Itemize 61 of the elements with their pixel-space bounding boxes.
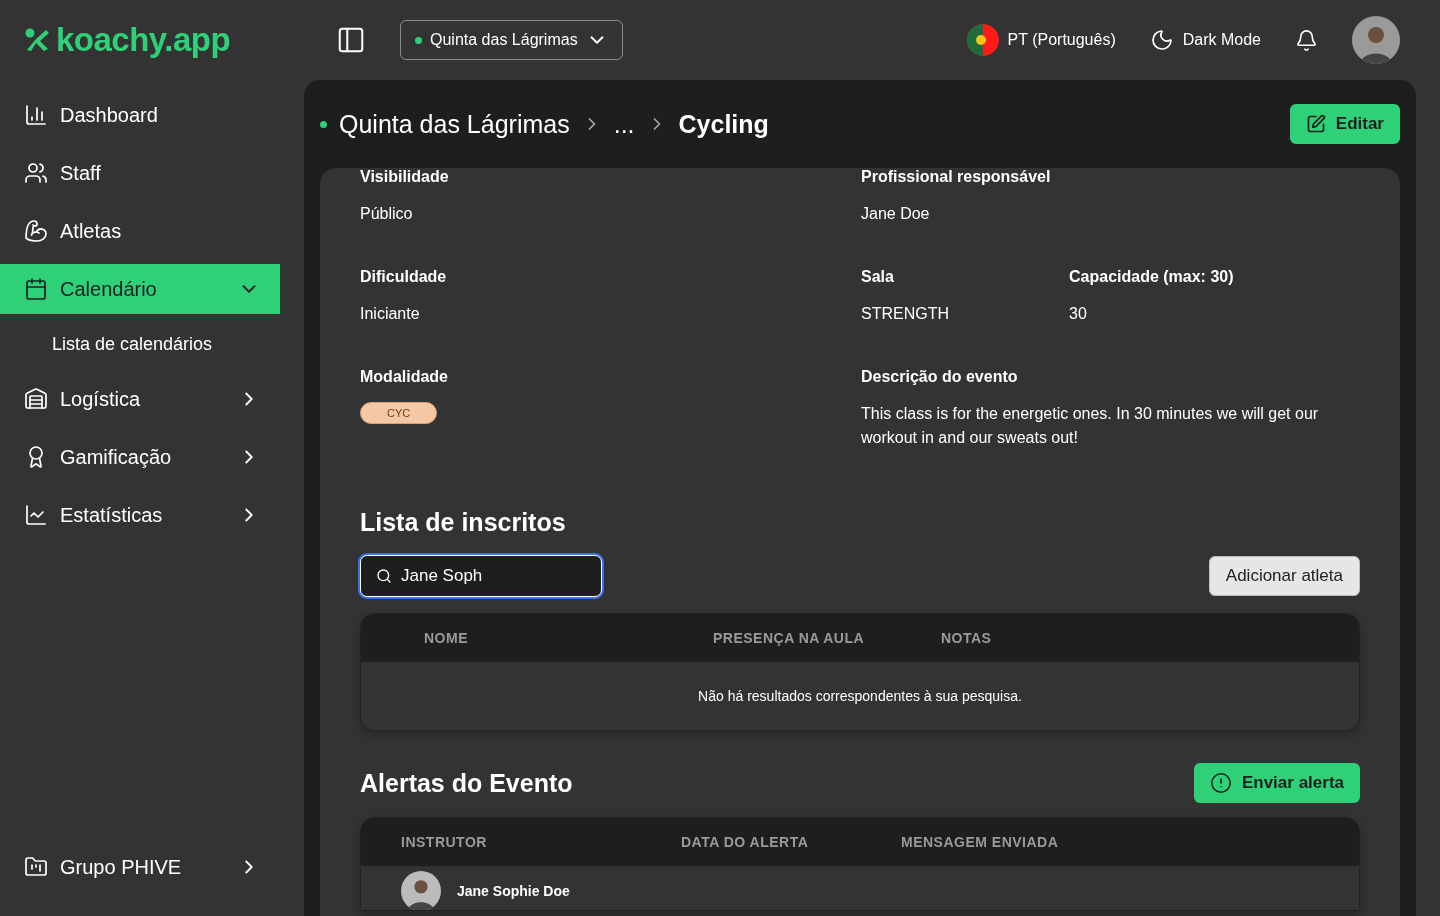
field-value: This class is for the energetic ones. In 30 minutes we will get our workout in and our sweats out!: [861, 404, 1320, 448]
folder-icon: [24, 855, 48, 879]
alert-icon: [1209, 772, 1232, 794]
location-select[interactable]: Quinta das Lágrimas: [400, 20, 623, 60]
field-value: STRENGTH: [861, 304, 950, 324]
field-label: Capacidade (max: 30): [1069, 268, 1235, 286]
field-value: Jane Doe: [861, 204, 931, 224]
bar-chart-icon: [24, 103, 48, 127]
sidebar-item[interactable]: Grupo PHIVE: [0, 842, 280, 892]
sidebar-item[interactable]: Logística: [0, 374, 280, 424]
section-title: Lista de inscritos: [360, 508, 566, 537]
column-header: PRESENÇA NA AULA: [713, 630, 866, 646]
sidebar-item[interactable]: Atletas: [0, 206, 280, 256]
add-athlete-button[interactable]: Adicionar atleta: [1208, 556, 1360, 596]
column-header: DATA DO ALERTA: [681, 834, 810, 850]
sidebar-item[interactable]: Dashboard: [0, 90, 280, 140]
instructor-name: Jane Sophie Doe: [457, 883, 570, 899]
field-label: Dificuldade: [360, 268, 448, 286]
field-value: Iniciante: [360, 304, 421, 324]
logo-icon: [24, 28, 50, 52]
sidebar-subitem[interactable]: Lista de calendários: [0, 322, 280, 366]
field-value: Público: [360, 204, 414, 224]
language-button[interactable]: PT (Português): [966, 24, 1116, 56]
column-header: NOTAS: [941, 630, 993, 646]
warehouse-icon: [24, 387, 48, 411]
column-header: NOME: [424, 630, 469, 646]
edit-button[interactable]: Editar: [1289, 104, 1400, 144]
field-label: Sala: [861, 268, 895, 286]
field-label: Modalidade: [360, 368, 449, 386]
column-header: INSTRUTOR: [401, 834, 488, 850]
search-icon: [376, 568, 392, 584]
edit-icon: [1305, 114, 1326, 134]
send-alert-button[interactable]: Enviar alerta: [1193, 763, 1360, 803]
empty-message: Não há resultados correspondentes à sua pesquisa.: [698, 688, 1022, 704]
moon-icon: [1149, 28, 1174, 52]
sidebar-item[interactable]: Calendário: [0, 264, 280, 314]
dark-mode-toggle[interactable]: Dark Mode: [1149, 28, 1261, 52]
biceps-icon: [24, 219, 48, 243]
avatar[interactable]: [1352, 16, 1400, 64]
field-label: Profissional responsável: [861, 168, 1052, 186]
users-icon: [24, 161, 48, 185]
section-title: Alertas do Evento: [360, 768, 573, 798]
sidebar-item[interactable]: Staff: [0, 148, 280, 198]
bell-icon[interactable]: [1295, 28, 1318, 52]
field-value: 30: [1069, 304, 1088, 324]
flag-icon: [966, 24, 999, 56]
line-chart-icon: [24, 503, 48, 527]
breadcrumb-item[interactable]: Quinta das Lágrimas: [339, 109, 570, 139]
modality-tag: CYC: [360, 402, 438, 424]
column-header: MENSAGEM ENVIADA: [901, 834, 1060, 850]
sidebar-item[interactable]: Estatísticas: [0, 490, 280, 540]
breadcrumb-item[interactable]: ...: [613, 109, 635, 139]
calendar-icon: [24, 277, 48, 301]
field-label: Visibilidade: [360, 168, 450, 186]
sidebar-toggle-button[interactable]: [336, 25, 366, 55]
avatar: [401, 871, 441, 910]
search-field[interactable]: Jane Soph: [360, 555, 602, 597]
field-label: Descrição do evento: [861, 368, 1019, 386]
brand-name: koachy.app: [56, 21, 231, 59]
breadcrumb-item: Cycling: [678, 109, 769, 139]
sidebar-item[interactable]: Gamificação: [0, 432, 280, 482]
